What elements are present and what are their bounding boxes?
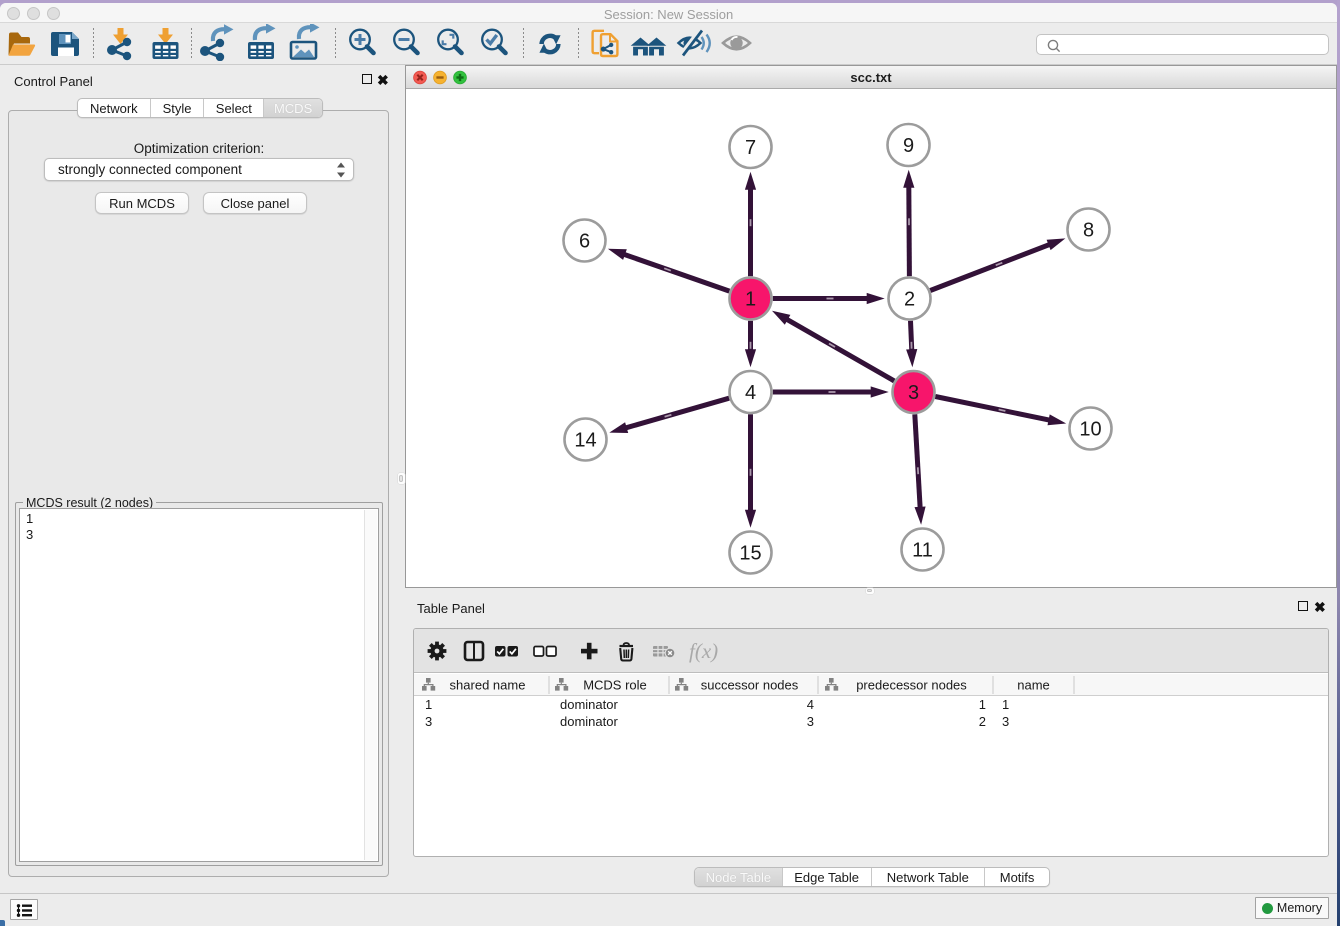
svg-text:11: 11 (912, 540, 933, 562)
svg-text:8: 8 (1083, 220, 1094, 242)
svg-text:name: name (1017, 678, 1050, 693)
svg-text:10: 10 (1079, 419, 1101, 441)
svg-text:predecessor nodes: predecessor nodes (856, 678, 967, 693)
svg-text:shared name: shared name (450, 678, 526, 693)
svg-text:6: 6 (579, 231, 590, 253)
svg-text:14: 14 (574, 430, 596, 452)
svg-text:2: 2 (904, 289, 915, 311)
svg-text:1: 1 (745, 289, 756, 311)
svg-text:f(x): f(x) (689, 639, 718, 663)
svg-text:3: 3 (908, 382, 919, 404)
svg-text:7: 7 (745, 137, 756, 159)
svg-text:successor nodes: successor nodes (701, 678, 799, 693)
svg-text:4: 4 (745, 382, 756, 404)
svg-text:9: 9 (903, 135, 914, 157)
svg-text:MCDS role: MCDS role (583, 678, 647, 693)
svg-text:15: 15 (739, 543, 761, 565)
